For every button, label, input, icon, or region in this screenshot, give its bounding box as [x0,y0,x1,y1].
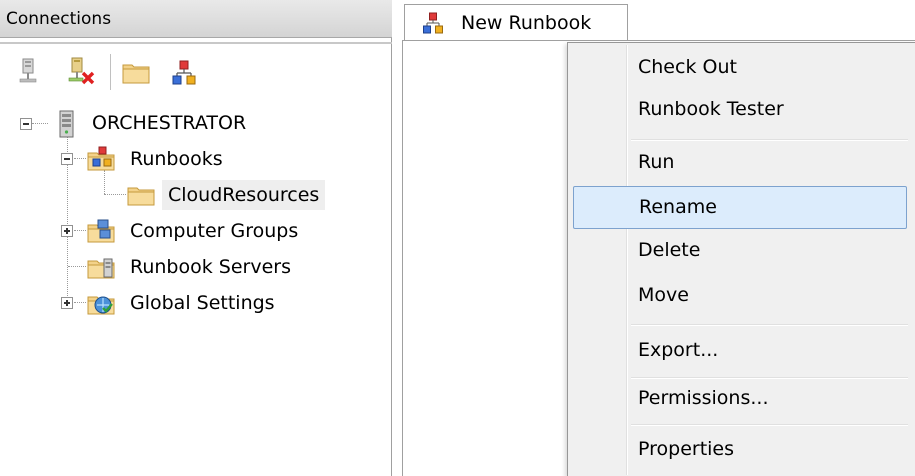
folder-icon [126,182,156,208]
menu-separator [631,324,908,326]
pane-splitter[interactable] [0,42,392,44]
tree-node-global-settings[interactable]: Global Settings [0,288,390,318]
connections-toolbar [0,48,392,96]
tree-label-cloudresources: CloudResources [162,180,326,210]
menu-item-rename[interactable]: Rename [573,186,907,229]
tree-node-runbooks[interactable]: Runbooks [0,144,390,174]
tree-node-computer-groups[interactable]: Computer Groups [0,216,390,246]
menu-item-label: Export... [638,339,719,361]
new-runbook-icon[interactable] [168,56,200,88]
menu-item-permissions[interactable]: Permissions... [572,378,908,418]
tree-node-runbook-servers[interactable]: Runbook Servers [0,252,390,282]
menu-item-label: Permissions... [638,387,769,409]
collapse-toggle[interactable] [20,118,32,130]
expand-toggle[interactable] [61,225,73,237]
context-menu: Check Out Runbook Tester Run Rename Dele… [567,42,915,476]
menu-item-label: Run [638,151,675,173]
connect-icon[interactable] [14,56,46,88]
tree-label-global-settings: Global Settings [130,292,275,314]
menu-item-check-out[interactable]: Check Out [572,47,908,87]
tree-label-computer-groups: Computer Groups [130,220,299,242]
menu-separator [631,139,908,141]
menu-item-label: Delete [638,239,701,261]
menu-item-label: Check Out [638,56,737,78]
runbook-servers-folder-icon [86,253,116,281]
menu-item-label: Runbook Tester [638,98,784,120]
menu-separator [631,424,908,426]
tree-label-runbooks: Runbooks [130,148,223,170]
menu-item-label: Properties [638,438,735,460]
tree-node-cloudresources[interactable]: CloudResources [0,180,390,210]
runbook-icon [421,11,445,35]
collapse-toggle[interactable] [61,153,73,165]
server-icon [54,110,80,138]
menu-item-delete[interactable]: Delete [572,230,908,270]
connections-pane-header: Connections [0,0,392,38]
new-folder-icon[interactable] [120,56,152,88]
computer-groups-folder-icon [86,217,116,245]
expand-toggle[interactable] [61,297,73,309]
tab-label: New Runbook [461,12,592,34]
menu-item-move[interactable]: Move [572,275,908,315]
tree-label-orchestrator: ORCHESTRATOR [92,112,247,134]
menu-item-run[interactable]: Run [572,142,908,182]
menu-item-label: Rename [639,196,717,218]
menu-item-export[interactable]: Export... [572,330,908,370]
disconnect-icon[interactable] [64,56,96,88]
global-settings-folder-icon [86,289,116,317]
connections-pane: Connections ORCHESTRATOR Runbooks CloudR… [0,0,392,476]
tab-new-runbook[interactable]: New Runbook [404,4,628,40]
menu-item-label: Move [638,284,689,306]
menu-item-properties[interactable]: Properties [572,429,908,469]
tree-node-orchestrator[interactable]: ORCHESTRATOR [0,108,390,138]
tree-label-runbook-servers: Runbook Servers [130,256,291,278]
runbooks-folder-icon [86,145,116,173]
menu-item-runbook-tester[interactable]: Runbook Tester [572,89,908,129]
connections-pane-title: Connections [6,9,112,29]
toolbar-separator [110,54,111,90]
